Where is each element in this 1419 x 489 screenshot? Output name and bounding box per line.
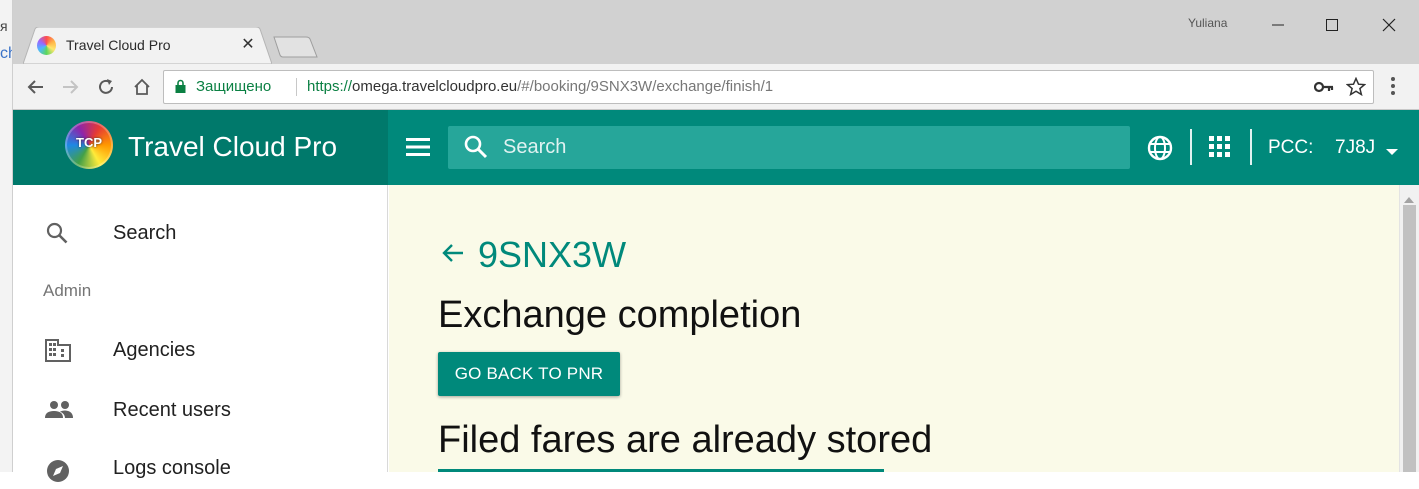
secure-label[interactable]: Защищено	[196, 78, 271, 95]
brand-logo-icon[interactable]: TCP	[65, 121, 113, 169]
reload-icon[interactable]	[91, 72, 121, 102]
chevron-down-icon[interactable]	[1385, 143, 1399, 161]
tab-favicon-icon	[37, 36, 56, 55]
window-close-icon[interactable]	[1372, 10, 1406, 40]
url-path: /#/booking/9SNX3W/exchange/finish/1	[517, 78, 774, 95]
minimize-icon[interactable]	[1262, 10, 1294, 40]
compass-icon	[45, 458, 71, 489]
building-icon	[45, 338, 71, 367]
pcc-label: PCC:	[1268, 137, 1314, 158]
sidebar-section-title: Admin	[43, 281, 92, 300]
go-back-to-pnr-button[interactable]: GO BACK TO PNR	[438, 352, 620, 396]
bookmark-star-icon[interactable]	[1345, 76, 1367, 102]
page-title: Exchange completion	[438, 294, 802, 336]
search-input[interactable]: Search	[503, 136, 566, 159]
header-divider	[1250, 129, 1252, 165]
background-window-link[interactable]: ch	[0, 45, 12, 63]
scrollbar-thumb[interactable]	[1403, 205, 1416, 472]
url-scheme: https://	[307, 78, 353, 95]
new-tab-button[interactable]	[273, 36, 319, 63]
back-icon[interactable]	[21, 72, 51, 102]
globe-icon[interactable]	[1146, 134, 1174, 167]
tab-title: Travel Cloud Pro	[66, 37, 171, 53]
key-icon[interactable]	[1313, 80, 1334, 98]
url-text[interactable]: https://omega.travelcloudpro.eu/#/bookin…	[307, 78, 773, 95]
hamburger-menu-icon[interactable]	[405, 136, 431, 163]
users-icon	[45, 400, 73, 425]
omnibox-divider	[296, 78, 297, 96]
sidebar	[13, 185, 388, 472]
pcc-selector[interactable]: 7J8J	[1335, 137, 1375, 159]
header-divider	[1190, 129, 1192, 165]
apps-grid-icon[interactable]	[1209, 136, 1231, 163]
pnr-title-link[interactable]: 9SNX3W	[478, 234, 626, 276]
home-icon[interactable]	[127, 72, 157, 102]
url-host: omega.travelcloudpro.eu	[352, 78, 518, 95]
forward-icon[interactable]	[55, 72, 85, 102]
search-icon	[463, 134, 489, 165]
back-arrow-icon[interactable]	[441, 242, 465, 269]
sidebar-item-recent-users[interactable]: Recent users	[113, 399, 231, 422]
brand-logo-text: TCP	[76, 135, 102, 150]
background-window-text: я	[0, 18, 8, 34]
tab-close-icon[interactable]: ✕	[240, 34, 256, 54]
brand-title[interactable]: Travel Cloud Pro	[128, 131, 337, 163]
lock-icon[interactable]	[174, 79, 187, 99]
background-window: я ch	[0, 0, 13, 472]
sidebar-item-search[interactable]: Search	[113, 222, 176, 245]
search-icon	[45, 221, 69, 250]
browser-menu-icon[interactable]	[1390, 76, 1396, 101]
window-user-name: Yuliana	[1188, 16, 1228, 30]
section-heading: Filed fares are already stored	[438, 419, 933, 461]
maximize-icon[interactable]	[1316, 10, 1348, 40]
sidebar-item-agencies[interactable]: Agencies	[113, 339, 195, 362]
sidebar-item-logs-console[interactable]: Logs console	[113, 457, 231, 480]
